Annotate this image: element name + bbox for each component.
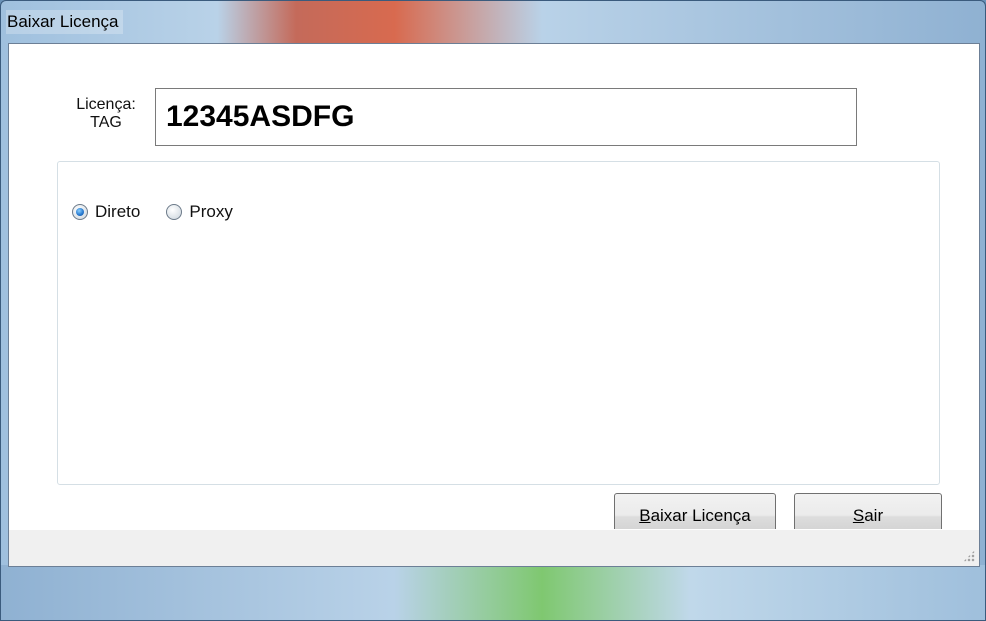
license-label-line2: TAG: [90, 114, 122, 131]
connection-groupbox: Direto Proxy: [57, 161, 940, 485]
window-title: Baixar Licença: [6, 10, 123, 34]
resize-grip-icon[interactable]: [963, 550, 975, 562]
exit-label: air: [864, 506, 884, 525]
connection-options: Direto Proxy: [72, 202, 259, 222]
status-bar: [9, 529, 979, 566]
radio-proxy[interactable]: Proxy: [166, 202, 233, 222]
radio-direto-indicator[interactable]: [72, 204, 88, 220]
title-bar[interactable]: Baixar Licença: [1, 1, 985, 43]
license-label-line1: Licença:: [76, 96, 136, 113]
download-license-mnemonic: B: [639, 506, 651, 525]
client-area: Licença: TAG Direto Proxy Baixar Licença…: [8, 43, 980, 567]
exit-mnemonic: S: [852, 506, 865, 525]
license-tag-label: Licença: TAG: [64, 96, 148, 132]
download-license-window: Baixar Licença Licença: TAG Direto Proxy…: [0, 0, 986, 621]
license-tag-input[interactable]: [155, 88, 857, 146]
download-license-label: aixar Licença: [650, 506, 751, 525]
radio-direto[interactable]: Direto: [72, 202, 140, 222]
window-bottom-border: [1, 565, 985, 620]
radio-proxy-indicator[interactable]: [166, 204, 183, 220]
radio-proxy-label[interactable]: Proxy: [189, 202, 232, 222]
radio-direto-label[interactable]: Direto: [95, 202, 140, 222]
